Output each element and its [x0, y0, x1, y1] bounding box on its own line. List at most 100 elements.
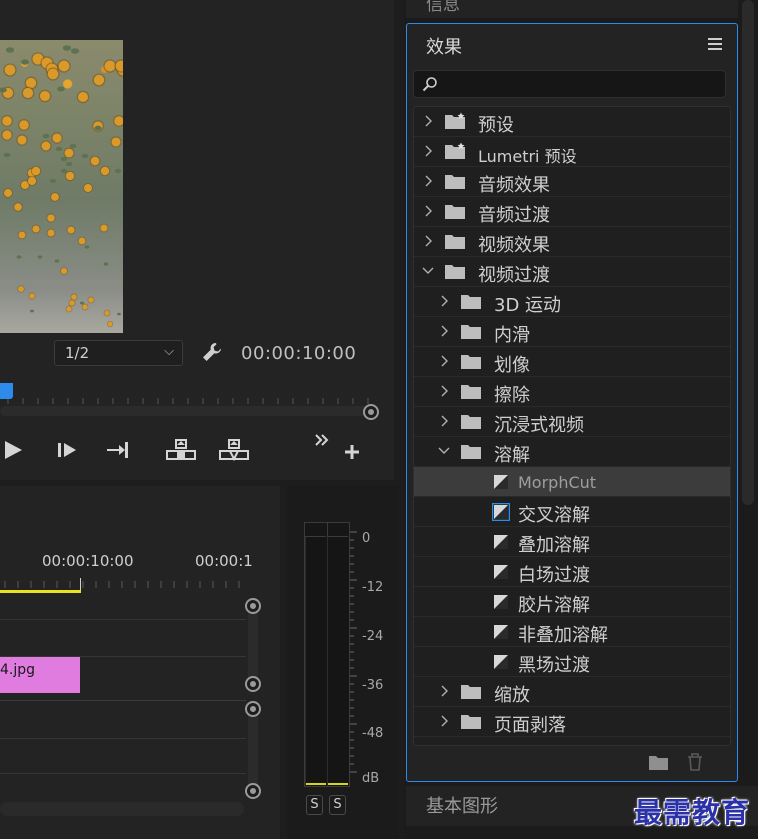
effects-folder[interactable]: 视频过渡: [414, 257, 730, 287]
chevron-right-icon[interactable]: [438, 714, 450, 728]
peak-indicator-left[interactable]: [305, 523, 326, 537]
timeline-horizontal-scrollbar[interactable]: [0, 802, 244, 816]
effects-folder[interactable]: 预设: [414, 107, 730, 137]
zoom-scrollbar[interactable]: [0, 406, 368, 416]
transition-item[interactable]: 胶片溶解: [414, 587, 730, 617]
effects-folder[interactable]: 页面剥落: [414, 707, 730, 737]
effects-panel-title[interactable]: 效果: [426, 33, 462, 59]
transition-item[interactable]: MorphCut: [414, 467, 730, 497]
new-bin-icon[interactable]: [649, 756, 668, 770]
audio-track-scrollbar[interactable]: [248, 709, 258, 791]
sunflower-shape: [66, 306, 73, 312]
solo-right-button[interactable]: S: [329, 795, 346, 815]
effects-folder[interactable]: 音频过渡: [414, 197, 730, 227]
chevron-right-icon[interactable]: [438, 684, 450, 698]
tree-item-label: 内滑: [494, 325, 530, 346]
leaf-shape: [3, 152, 11, 158]
playhead-timecode[interactable]: 00:00:10:00: [241, 343, 356, 364]
leaf-shape: [60, 168, 67, 173]
lift-icon[interactable]: [166, 438, 196, 462]
work-area-bar[interactable]: [0, 590, 81, 593]
meter-floor-right: [328, 783, 348, 785]
chevron-down-icon[interactable]: [438, 444, 450, 458]
step-forward-icon[interactable]: [55, 438, 79, 462]
chevron-right-icon[interactable]: [438, 384, 450, 398]
transition-item[interactable]: 白场过渡: [414, 557, 730, 587]
scrollbar-handle[interactable]: [245, 676, 261, 692]
chevron-right-icon[interactable]: [422, 144, 434, 158]
sunflower-shape: [61, 267, 68, 274]
folder-icon: [444, 232, 466, 250]
chevron-right-icon[interactable]: [438, 354, 450, 368]
chevron-right-icon[interactable]: [422, 174, 434, 188]
scrollbar-handle[interactable]: [245, 598, 261, 614]
sunflower-shape: [19, 120, 30, 131]
basic-graphics-title[interactable]: 基本图形: [426, 792, 498, 818]
tree-item-label: 视频效果: [478, 235, 550, 256]
resolution-select[interactable]: 1/2 ⌵: [54, 340, 183, 366]
effects-folder[interactable]: 沉浸式视频: [414, 407, 730, 437]
sunflower-shape: [1, 130, 12, 140]
search-input[interactable]: [442, 74, 712, 94]
effects-folder[interactable]: 缩放: [414, 677, 730, 707]
sunflower-shape: [40, 90, 51, 101]
effects-folder[interactable]: 视频效果: [414, 227, 730, 257]
transition-item[interactable]: 非叠加溶解: [414, 617, 730, 647]
scrollbar-handle[interactable]: [245, 701, 261, 717]
chevron-right-icon[interactable]: [422, 204, 434, 218]
chevron-right-icon[interactable]: [438, 294, 450, 308]
chevron-right-icon[interactable]: [422, 234, 434, 248]
effects-search-field[interactable]: [413, 70, 726, 98]
zoom-scrollbar-handle[interactable]: [363, 404, 379, 420]
sunflower-shape: [82, 304, 89, 310]
leaf-shape: [42, 133, 50, 139]
playhead-handle[interactable]: [0, 383, 13, 399]
tree-item-label: 溶解: [494, 445, 530, 466]
wrench-settings-icon[interactable]: [200, 340, 224, 364]
solo-left-button[interactable]: S: [306, 795, 323, 815]
leaf-shape: [114, 168, 121, 173]
peak-indicator-right[interactable]: [327, 523, 348, 537]
effects-folder[interactable]: 3D 运动: [414, 287, 730, 317]
add-button-icon[interactable]: [343, 443, 361, 461]
scrollbar-thumb[interactable]: [742, 0, 754, 505]
delete-icon[interactable]: [688, 753, 702, 771]
transition-item[interactable]: 叠加溶解: [414, 527, 730, 557]
timeline-clip[interactable]: 4.jpg: [0, 657, 80, 693]
folder-icon: [460, 322, 482, 340]
video-transition-icon: [492, 593, 510, 611]
effects-folder[interactable]: 划像: [414, 347, 730, 377]
effects-folder[interactable]: Lumetri 预设: [414, 137, 730, 167]
play-icon[interactable]: [2, 438, 24, 462]
clip-name: 4.jpg: [0, 662, 36, 678]
extract-icon[interactable]: [219, 438, 249, 462]
chevron-right-icon[interactable]: [438, 324, 450, 338]
info-panel-title[interactable]: 信息: [426, 0, 460, 15]
tree-item-label: 黑场过渡: [518, 655, 590, 676]
chevron-right-icon[interactable]: [422, 114, 434, 128]
more-controls-icon[interactable]: [314, 432, 330, 448]
tree-item-label: 白场过渡: [518, 565, 590, 586]
transition-item[interactable]: 交叉溶解: [414, 497, 730, 527]
track-divider: [0, 619, 246, 620]
effects-folder[interactable]: 溶解: [414, 437, 730, 467]
effects-folder[interactable]: 音频效果: [414, 167, 730, 197]
effects-folder[interactable]: 内滑: [414, 317, 730, 347]
chevron-down-icon[interactable]: [422, 264, 434, 278]
chevron-right-icon[interactable]: [438, 414, 450, 428]
scrollbar-handle[interactable]: [245, 783, 261, 799]
leaf-shape: [37, 254, 43, 259]
video-track-scrollbar[interactable]: [248, 606, 258, 686]
leaf-shape: [103, 262, 109, 266]
transition-item[interactable]: 黑场过渡: [414, 647, 730, 677]
sunflower-shape: [66, 226, 75, 234]
go-to-out-icon[interactable]: [105, 438, 131, 462]
panel-menu-icon[interactable]: [708, 38, 722, 50]
tree-item-label: 预设: [478, 115, 514, 136]
folder-icon: [460, 712, 482, 730]
effects-folder[interactable]: 擦除: [414, 377, 730, 407]
leaf-shape: [21, 59, 30, 65]
sunflower-shape: [52, 133, 62, 143]
sunflower-shape: [93, 75, 105, 86]
right-scrollbar[interactable]: [740, 0, 756, 510]
